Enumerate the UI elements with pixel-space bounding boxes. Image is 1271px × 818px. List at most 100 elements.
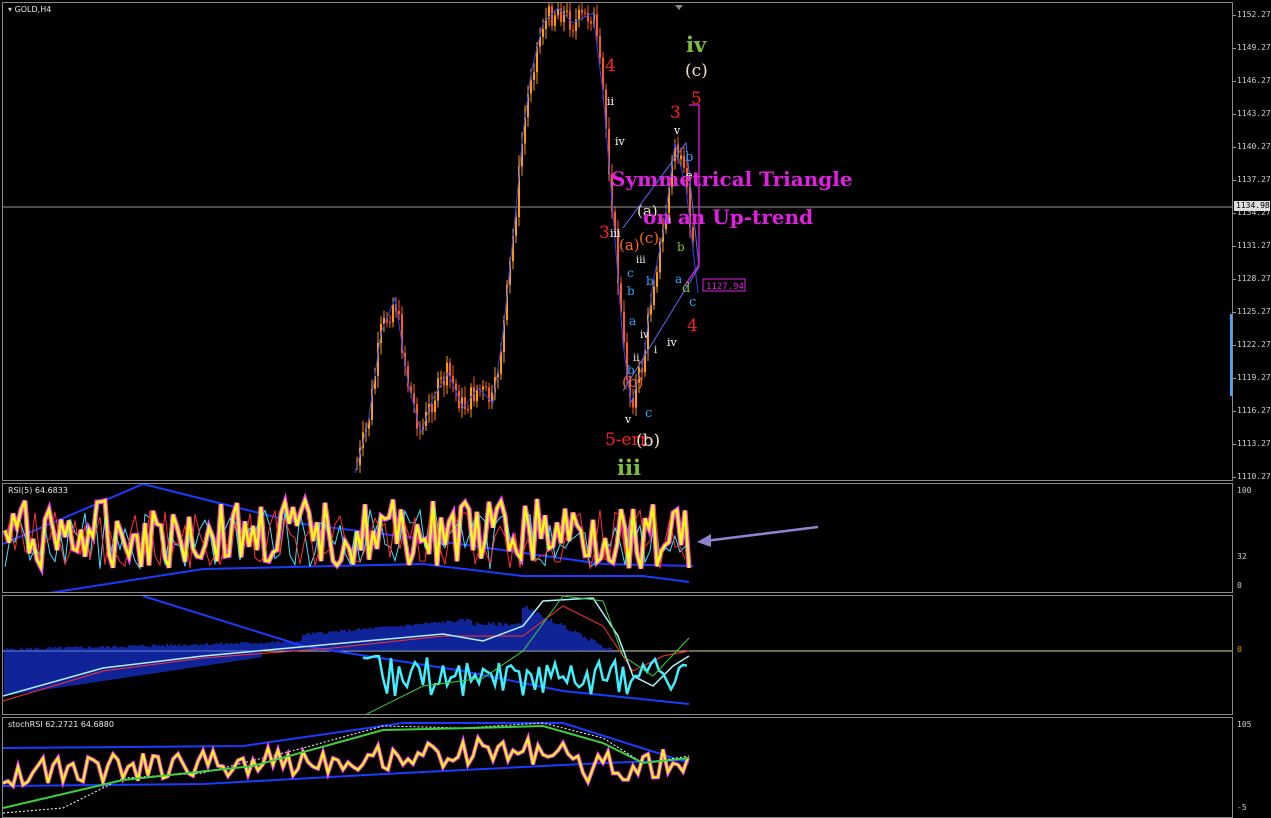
candle-body xyxy=(623,311,625,343)
wave-label-cluster: b xyxy=(627,284,635,298)
candle-body xyxy=(434,400,436,413)
wave-label-cluster: a xyxy=(629,314,636,328)
candle-body xyxy=(590,21,592,24)
wave-label-iv-2: iv xyxy=(667,336,678,349)
rsi-axis-tick: 32 xyxy=(1237,552,1247,561)
candle-body xyxy=(449,362,451,377)
stochrsi-axis-tick: -5 xyxy=(1237,803,1247,812)
wave-label-five-top: 5 xyxy=(691,89,702,109)
candle-body xyxy=(542,29,544,37)
candle-body xyxy=(392,304,394,323)
price-axis-tickmark xyxy=(1233,147,1236,148)
arrow-head-icon xyxy=(697,534,711,547)
price-axis-tickmark xyxy=(1233,378,1236,379)
wave-label-c-top: (c) xyxy=(685,61,708,81)
wave-label-a-lower: a xyxy=(675,272,682,286)
price-axis-tickmark xyxy=(1233,114,1236,115)
wave-label-v-top: v xyxy=(673,124,681,137)
candle-body xyxy=(566,10,568,12)
wave-label-b-paren: (b) xyxy=(636,431,660,451)
top-marker-triangle xyxy=(675,5,683,10)
macd-svg xyxy=(3,596,1232,714)
wave-label-cluster: b xyxy=(646,274,654,288)
price-axis-tick: 1140.27 xyxy=(1237,142,1271,151)
stoch-slow-line xyxy=(3,722,690,764)
rsi-axis-tick: 100 xyxy=(1237,486,1252,495)
wave-label-three-left: 3 xyxy=(599,223,610,243)
candle-body xyxy=(557,8,559,16)
candle-body xyxy=(680,155,682,160)
candle-body xyxy=(554,15,556,26)
line-price-label: 1127.94 xyxy=(706,282,744,292)
candle-body xyxy=(599,36,601,58)
candle-body xyxy=(578,10,580,20)
price-axis-tick: 1125.27 xyxy=(1237,307,1271,316)
stochrsi-pane[interactable]: stochRSI 62.2721 64.6880 xyxy=(2,717,1233,818)
candle-body xyxy=(389,322,391,324)
candle-body xyxy=(584,12,586,14)
price-axis-tickmark xyxy=(1233,180,1236,181)
candle-body xyxy=(464,397,466,410)
wave-label-v-small: v xyxy=(624,413,632,426)
price-chart-pane[interactable]: ▾ GOLD,H4 iv (c) 5 4 3 ii iv 3 iii (a) (… xyxy=(2,2,1233,481)
current-price-box: 1134.98 xyxy=(1234,201,1270,211)
wave-label-cluster: b xyxy=(627,363,635,377)
candle-body xyxy=(587,12,589,22)
arrow-line xyxy=(704,525,819,543)
macd-axis: 0 xyxy=(1233,595,1271,715)
candle-body xyxy=(485,386,487,388)
macd-axis-marker: 0 xyxy=(1237,645,1242,654)
wave-label-b-triangle: b xyxy=(685,150,693,165)
candle-body xyxy=(491,392,493,402)
axis-scroll-marker[interactable] xyxy=(1230,314,1232,396)
candle-body xyxy=(431,404,433,413)
wave-label-iii-big: iii xyxy=(617,455,641,480)
price-axis-tick: 1149.27 xyxy=(1237,43,1271,52)
annotation-title: Symmetrical Triangle xyxy=(611,167,853,191)
price-axis[interactable]: 1152.27 1149.27 1146.27 1143.27 1140.27 1137.… xyxy=(1230,2,1271,481)
price-axis-tick: 1128.27 xyxy=(1237,274,1271,283)
price-axis-tickmark xyxy=(1233,15,1236,16)
rsi-svg xyxy=(3,484,819,592)
stochrsi-axis-tick: 105 xyxy=(1237,720,1252,729)
price-axis-tick: 1116.27 xyxy=(1237,406,1271,415)
price-axis-tickmark xyxy=(1233,345,1236,346)
stochrsi-axis: 105 -5 xyxy=(1233,717,1271,818)
wave-label-a-orange: (a) xyxy=(619,236,640,254)
price-axis-tick: 1143.27 xyxy=(1237,109,1271,118)
price-axis-tickmark xyxy=(1233,279,1236,280)
price-axis-tickmark xyxy=(1233,213,1236,214)
wave-label-three-red: 3 xyxy=(670,103,681,123)
wave-label-cluster: ii xyxy=(633,353,639,364)
price-axis-tick: 1119.27 xyxy=(1237,373,1271,382)
price-axis-tickmark xyxy=(1233,477,1236,478)
price-axis-tickmark xyxy=(1233,411,1236,412)
candle-body xyxy=(533,72,535,80)
rsi-axis: 100 32 0 xyxy=(1233,483,1271,593)
wave-label-cluster: iv xyxy=(640,330,649,341)
wave-label-cluster: iii xyxy=(636,255,646,266)
price-axis-tickmark xyxy=(1233,48,1236,49)
wave-label-d-triangle: d xyxy=(682,281,690,296)
candle-body xyxy=(482,386,484,390)
candle-body xyxy=(500,352,502,374)
wave-label-c-triangle: c xyxy=(689,295,696,310)
price-axis-tickmark xyxy=(1233,312,1236,313)
price-axis-tickmark xyxy=(1233,81,1236,82)
candle-body xyxy=(440,377,442,379)
wave-label-c-orange: (c) xyxy=(639,229,659,247)
rsi-axis-tick: 0 xyxy=(1237,581,1242,590)
candle-body xyxy=(572,29,574,31)
price-axis-tick: 1110.27 xyxy=(1237,472,1271,481)
annotation-subtitle: on an Up-trend xyxy=(643,205,813,229)
macd-pane[interactable] xyxy=(2,595,1233,715)
rsi-pane[interactable]: RSI(5) 64.6833 xyxy=(2,483,1233,593)
price-axis-tick: 1131.27 xyxy=(1237,241,1271,250)
wave-label-c-blue: c xyxy=(645,406,652,421)
price-axis-tick: 1122.27 xyxy=(1237,340,1271,349)
candle-body xyxy=(551,6,553,26)
candle-body xyxy=(656,272,658,287)
wave-label-iv-1: iv xyxy=(615,135,626,148)
price-axis-tick: 1137.27 xyxy=(1237,175,1271,184)
wave-label-ii-1: ii xyxy=(607,95,615,108)
